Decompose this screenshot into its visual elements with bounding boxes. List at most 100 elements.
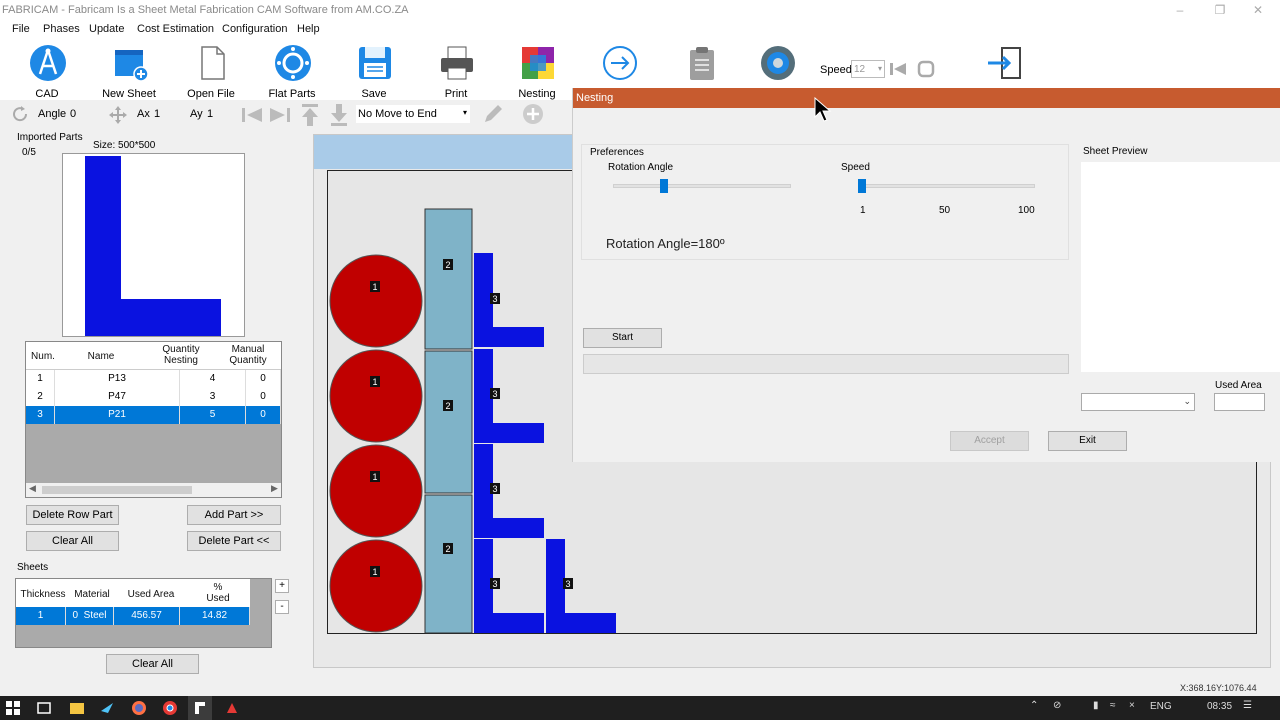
move-first-icon[interactable]	[240, 105, 264, 125]
task-view-icon[interactable]	[37, 701, 51, 715]
tray-network-blocked-icon[interactable]: ⊘	[1053, 700, 1061, 711]
chrome-icon[interactable]	[162, 700, 178, 716]
move-last-icon[interactable]	[268, 105, 292, 125]
add-part-button[interactable]: Add Part >>	[187, 505, 281, 525]
used-area-field[interactable]	[1214, 393, 1265, 411]
clock[interactable]: 08:35	[1207, 701, 1232, 712]
speed-slider[interactable]	[858, 179, 1035, 193]
tray-chevron-icon[interactable]: ⌃	[1030, 700, 1038, 711]
rect-part: 2	[424, 208, 473, 350]
cell-material: 0 Steel	[66, 607, 114, 625]
menu-configuration[interactable]: Configuration	[222, 23, 287, 35]
cad-button[interactable]: CAD	[12, 42, 82, 100]
scroll-left-icon[interactable]: ◀	[29, 483, 36, 494]
table-row-selected[interactable]: 3 P21 5 0	[26, 406, 281, 424]
horizontal-scrollbar[interactable]: ◀ ▶	[26, 483, 281, 497]
table-row[interactable]: 1 P13 4 0	[26, 370, 281, 388]
rotate-icon[interactable]	[12, 106, 30, 122]
app-bird-icon[interactable]	[100, 701, 114, 715]
imported-count: 0/5	[22, 147, 36, 158]
col-thickness: Thickness	[20, 589, 66, 600]
cell-manual[interactable]: 0	[246, 388, 281, 406]
used-area-label: Used Area	[1215, 380, 1262, 391]
cell-manual[interactable]: 0	[246, 370, 281, 388]
cell-manual[interactable]: 0	[246, 406, 281, 424]
cell-thickness: 1	[16, 607, 66, 625]
sheets-label: Sheets	[17, 562, 49, 573]
open-file-button[interactable]: Open File	[176, 42, 246, 100]
rotation-slider-thumb[interactable]	[659, 179, 668, 193]
speed-input[interactable]: 12 ▾	[851, 60, 885, 78]
preferences-label: Preferences	[590, 147, 644, 158]
sheet-preview-select[interactable]: ⌄	[1081, 393, 1195, 411]
circle-part: 1	[329, 349, 423, 443]
new-sheet-label: New Sheet	[102, 88, 156, 100]
move-icon[interactable]	[108, 105, 128, 125]
pencil-icon[interactable]	[482, 103, 504, 125]
flat-parts-button[interactable]: Flat Parts	[257, 42, 327, 100]
accept-button[interactable]: Accept	[950, 431, 1029, 451]
wifi-icon[interactable]: ≈	[1110, 700, 1116, 711]
firefox-icon[interactable]	[131, 700, 147, 716]
table-row[interactable]: 2 P47 3 0	[26, 388, 281, 406]
restore-icon[interactable]: ❐	[1212, 2, 1228, 18]
rotation-angle-slider[interactable]	[613, 179, 791, 193]
menu-help[interactable]: Help	[297, 23, 320, 35]
move-down-icon[interactable]	[328, 103, 350, 127]
menu-phases[interactable]: Phases	[43, 23, 80, 35]
sheet-row-selected[interactable]: 1 0 Steel 456.57 14.82	[16, 607, 250, 625]
battery-icon[interactable]: ▮	[1093, 700, 1099, 711]
taskbar-active-app[interactable]	[188, 696, 212, 720]
rect-part: 2	[424, 350, 473, 494]
recorder-icon[interactable]	[224, 700, 240, 716]
notifications-icon[interactable]: ☰	[1243, 700, 1252, 711]
save-icon	[359, 47, 391, 79]
cell-qty[interactable]: 5	[180, 406, 246, 424]
start-button[interactable]: Start	[583, 328, 662, 348]
nesting-button[interactable]: Nesting	[502, 42, 572, 100]
cell-qty[interactable]: 3	[180, 388, 246, 406]
windows-start-icon[interactable]	[6, 701, 20, 715]
stop-icon[interactable]	[916, 60, 936, 78]
col-num: Num.	[31, 351, 55, 362]
part-preview	[62, 153, 245, 337]
ax-input[interactable]: 1	[154, 108, 160, 120]
zoom-in-icon[interactable]	[522, 103, 544, 125]
clear-all-sheets-button[interactable]: Clear All	[106, 654, 199, 674]
col-material: Material	[74, 589, 110, 600]
angle-input[interactable]: 0	[70, 108, 76, 120]
clear-all-button[interactable]: Clear All	[26, 531, 119, 551]
menu-cost-estimation[interactable]: Cost Estimation	[137, 23, 214, 35]
new-sheet-button[interactable]: New Sheet	[94, 42, 164, 100]
delete-row-part-button[interactable]: Delete Row Part	[26, 505, 119, 525]
exit-button[interactable]: Exit	[1048, 431, 1127, 451]
speed-slider-thumb[interactable]	[858, 179, 866, 193]
rect-part: 2	[424, 494, 473, 634]
skip-back-icon[interactable]	[888, 60, 908, 78]
menu-update[interactable]: Update	[89, 23, 124, 35]
remove-sheet-button[interactable]: -	[275, 600, 289, 614]
move-select[interactable]: No Move to End ▾	[356, 105, 470, 123]
add-sheet-button[interactable]: +	[275, 579, 289, 593]
file-icon	[201, 46, 225, 80]
close-icon[interactable]: ✕	[1250, 2, 1266, 18]
move-up-icon[interactable]	[299, 103, 321, 127]
nesting-dialog-title[interactable]: Nesting	[573, 88, 1280, 108]
print-button[interactable]: Print	[421, 42, 491, 100]
minimize-icon[interactable]: –	[1172, 2, 1188, 18]
parts-table: Num. Name Quantity Nesting Manual Quanti…	[25, 341, 282, 498]
save-button[interactable]: Save	[339, 42, 409, 100]
scroll-right-icon[interactable]: ▶	[271, 483, 278, 494]
menu-file[interactable]: File	[12, 23, 30, 35]
flat-parts-icon	[275, 45, 311, 81]
delete-part-button[interactable]: Delete Part <<	[187, 531, 281, 551]
part-label: 3	[565, 579, 570, 589]
exit-icon	[988, 47, 1021, 79]
taskbar: ⌃ ⊘ ▮ ≈ × ENG 08:35 ☰	[0, 696, 1280, 720]
cell-qty[interactable]: 4	[180, 370, 246, 388]
language-indicator[interactable]: ENG	[1150, 701, 1172, 712]
volume-mute-icon[interactable]: ×	[1129, 700, 1135, 711]
scrollbar-thumb[interactable]	[42, 486, 192, 494]
ay-input[interactable]: 1	[207, 108, 213, 120]
file-explorer-icon[interactable]	[69, 701, 85, 715]
